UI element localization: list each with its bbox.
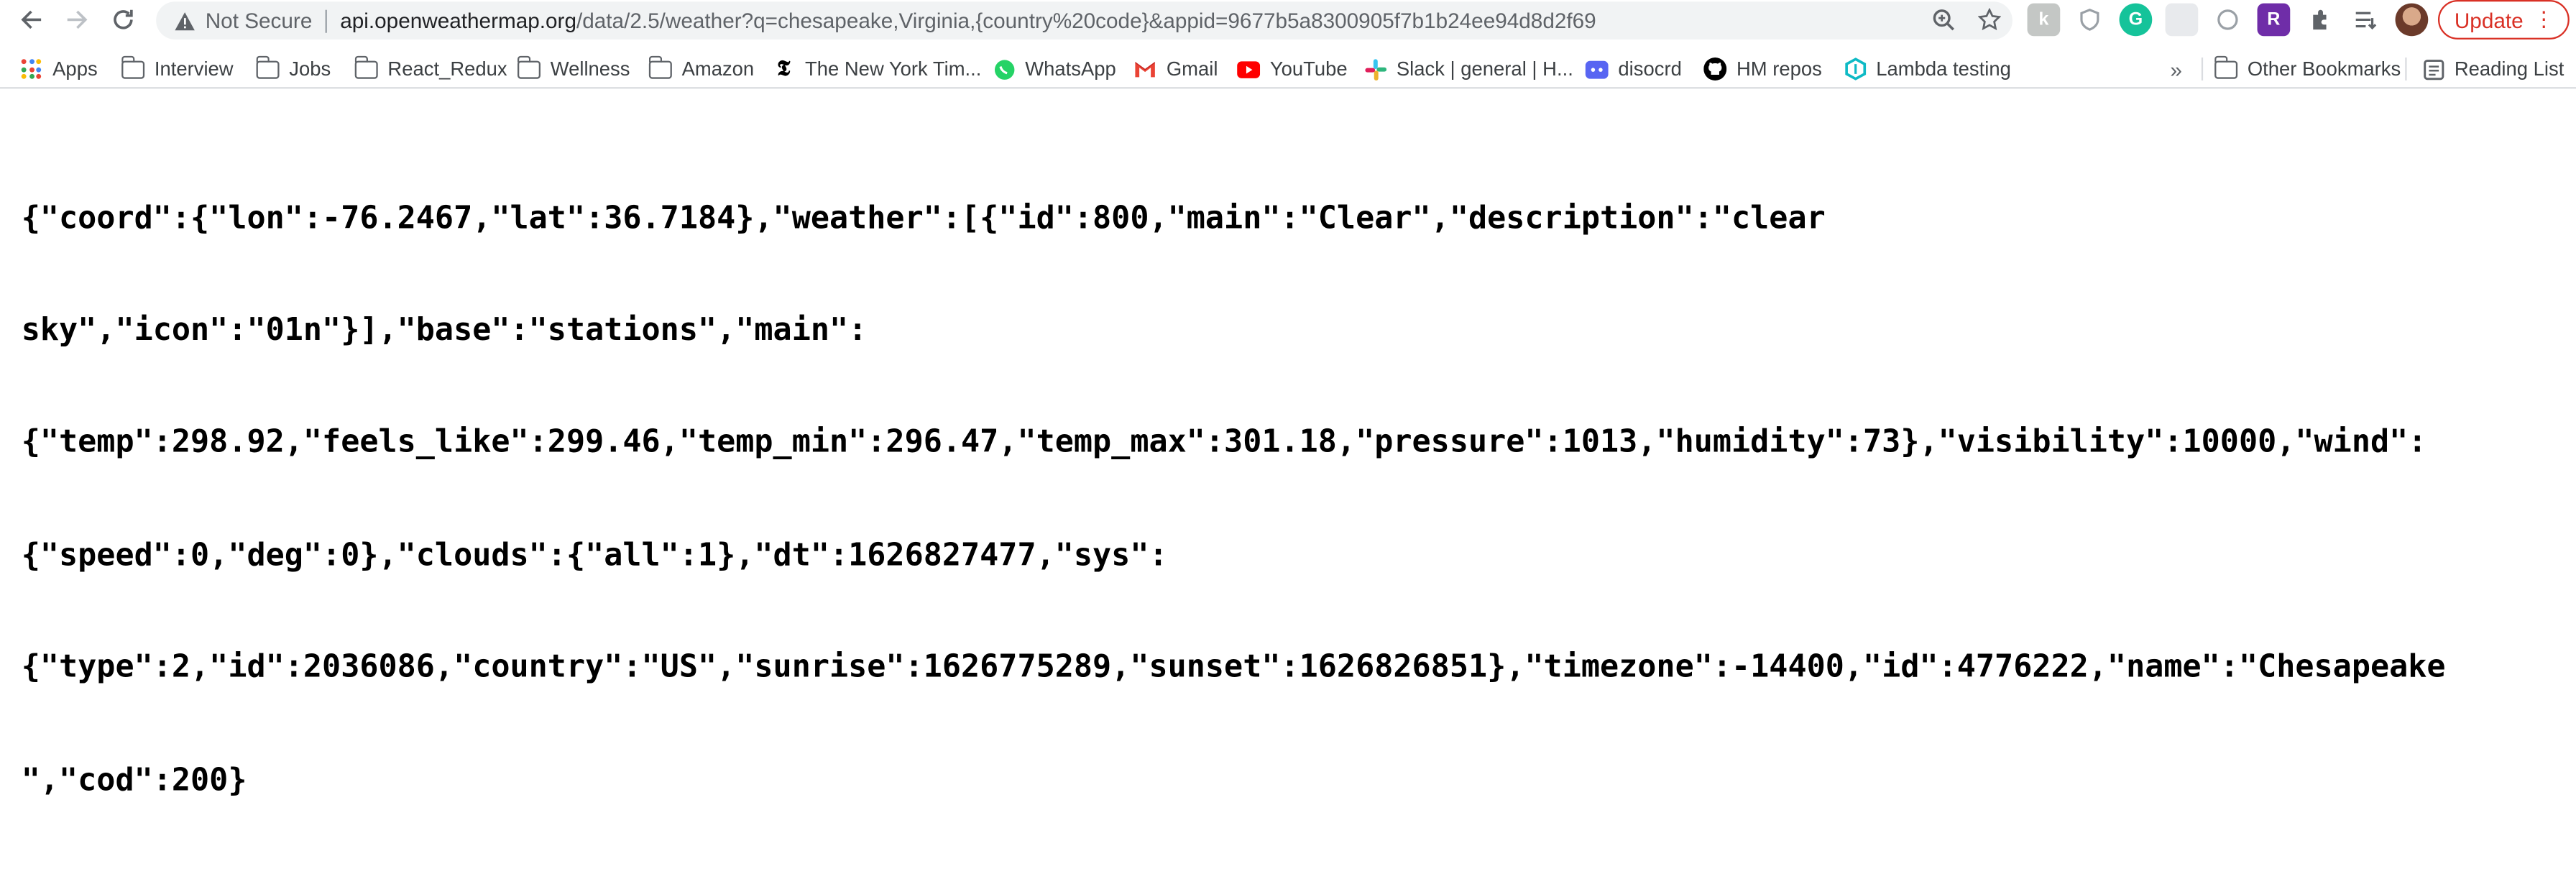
folder-icon bbox=[648, 55, 672, 80]
extension-timer-icon[interactable] bbox=[2211, 3, 2245, 37]
url-path: /data/2.5/weather?q=chesapeake,Virginia,… bbox=[576, 8, 1596, 33]
bookmark-label: WhatsApp bbox=[1025, 57, 1116, 80]
reading-list-label: Reading List bbox=[2454, 57, 2564, 80]
youtube-icon bbox=[1237, 58, 1261, 80]
profile-avatar[interactable] bbox=[2395, 3, 2429, 37]
json-line: {"coord":{"lon":-76.2467,"lat":36.7184},… bbox=[21, 199, 1826, 236]
slack-icon bbox=[1363, 58, 1386, 80]
address-bar-actions bbox=[1931, 6, 2003, 33]
reading-list-icon bbox=[2421, 58, 2444, 80]
bookmark-nytimes[interactable]: 𝕿 The New York Tim... bbox=[772, 52, 981, 86]
nyt-icon: 𝕿 bbox=[777, 56, 791, 82]
bookmark-slack[interactable]: Slack | general | H... bbox=[1363, 52, 1573, 86]
bookmark-label: Amazon bbox=[681, 57, 755, 80]
bookmark-gmail[interactable]: Gmail bbox=[1133, 52, 1218, 86]
bookmarks-bar: Apps Interview Jobs React_Redux Wellness… bbox=[0, 50, 2576, 89]
bookmark-label: Interview bbox=[154, 57, 234, 80]
star-icon[interactable] bbox=[1977, 6, 2003, 33]
folder-icon bbox=[354, 55, 378, 80]
reading-mode-icon[interactable] bbox=[2349, 3, 2383, 37]
extensions-row: k G R bbox=[2027, 3, 2429, 37]
bookmark-label: Jobs bbox=[289, 57, 331, 80]
warning-icon[interactable] bbox=[172, 9, 196, 32]
bookmark-label: Wellness bbox=[550, 57, 630, 80]
json-response-body: {"coord":{"lon":-76.2467,"lat":36.7184},… bbox=[22, 125, 2559, 874]
bookmark-label: disocrd bbox=[1618, 57, 1682, 80]
folder-icon bbox=[517, 55, 540, 80]
browser-toolbar: Not Secure api.openweathermap.org/data/2… bbox=[0, 0, 2576, 42]
folder-icon bbox=[255, 55, 280, 80]
lambda-icon bbox=[1844, 58, 1867, 80]
extension-r-icon[interactable]: R bbox=[2257, 3, 2291, 37]
bookmark-label: The New York Tim... bbox=[804, 57, 982, 80]
puzzle-icon[interactable] bbox=[2303, 3, 2337, 37]
folder-icon bbox=[121, 55, 145, 80]
github-icon bbox=[1703, 57, 1727, 80]
json-line: {"type":2,"id":2036086,"country":"US","s… bbox=[21, 649, 2446, 686]
extension-shield-icon[interactable] bbox=[2073, 3, 2107, 37]
url-text[interactable]: api.openweathermap.org/data/2.5/weather?… bbox=[340, 8, 1596, 32]
url-host: api.openweathermap.org bbox=[340, 8, 576, 33]
browser-window: Not Secure api.openweathermap.org/data/2… bbox=[0, 0, 2576, 798]
bookmarks-divider bbox=[2201, 57, 2204, 80]
reload-icon[interactable] bbox=[105, 1, 141, 37]
arrow-left-icon[interactable] bbox=[13, 1, 49, 37]
whatsapp-icon bbox=[993, 58, 1016, 80]
bookmark-label: Slack | general | H... bbox=[1396, 57, 1573, 80]
extension-k-icon[interactable]: k bbox=[2027, 3, 2061, 37]
bookmark-react-redux[interactable]: React_Redux bbox=[354, 52, 507, 86]
bookmark-label: React_Redux bbox=[387, 57, 507, 80]
bookmarks-overflow-button[interactable]: » bbox=[2170, 52, 2182, 86]
arrow-right-icon[interactable] bbox=[59, 1, 95, 37]
apps-grid-icon bbox=[19, 58, 42, 80]
bookmark-apps[interactable]: Apps bbox=[19, 52, 98, 86]
security-label[interactable]: Not Secure bbox=[206, 8, 313, 32]
security-divider bbox=[325, 9, 327, 32]
bookmark-label: Gmail bbox=[1166, 57, 1218, 80]
bookmark-label: Lambda testing bbox=[1876, 57, 2011, 80]
address-bar[interactable]: Not Secure api.openweathermap.org/data/2… bbox=[156, 1, 2012, 40]
bookmark-interview[interactable]: Interview bbox=[121, 52, 234, 86]
bookmark-jobs[interactable]: Jobs bbox=[255, 52, 331, 86]
bookmark-label: Other Bookmarks bbox=[2247, 57, 2401, 80]
update-button-label: Update bbox=[2454, 7, 2524, 32]
extension-grid-icon[interactable] bbox=[2165, 3, 2199, 37]
bookmark-hm-repos[interactable]: HM repos bbox=[1703, 52, 1822, 86]
discord-icon bbox=[1585, 58, 1609, 80]
bookmark-label: YouTube bbox=[1269, 57, 1348, 80]
bookmark-wellness[interactable]: Wellness bbox=[517, 52, 630, 86]
gmail-icon bbox=[1133, 58, 1156, 80]
json-line: ","cod":200} bbox=[21, 761, 247, 798]
bookmarks-divider-2 bbox=[2405, 57, 2407, 80]
json-line: sky","icon":"01n"}],"base":"stations","m… bbox=[21, 312, 868, 349]
zoom-icon[interactable] bbox=[1931, 6, 1957, 33]
folder-icon bbox=[2214, 55, 2238, 80]
bookmark-discord[interactable]: disocrd bbox=[1585, 52, 1682, 86]
more-menu-icon[interactable]: ⋮ bbox=[2534, 6, 2555, 33]
bookmark-lambda-testing[interactable]: Lambda testing bbox=[1844, 52, 2011, 86]
bookmark-label: HM repos bbox=[1736, 57, 1822, 80]
json-line: {"temp":298.92,"feels_like":299.46,"temp… bbox=[21, 424, 2427, 461]
reading-list-button[interactable]: Reading List bbox=[2421, 52, 2564, 86]
bookmark-youtube[interactable]: YouTube bbox=[1237, 52, 1348, 86]
grammarly-icon[interactable]: G bbox=[2119, 3, 2153, 37]
update-button[interactable]: Update ⋮ bbox=[2437, 0, 2570, 40]
bookmark-amazon[interactable]: Amazon bbox=[648, 52, 755, 86]
bookmark-other-bookmarks[interactable]: Other Bookmarks bbox=[2214, 52, 2401, 86]
bookmark-whatsapp[interactable]: WhatsApp bbox=[993, 52, 1116, 86]
bookmark-label: Apps bbox=[52, 57, 98, 80]
json-line: {"speed":0,"deg":0},"clouds":{"all":1},"… bbox=[21, 536, 1168, 574]
